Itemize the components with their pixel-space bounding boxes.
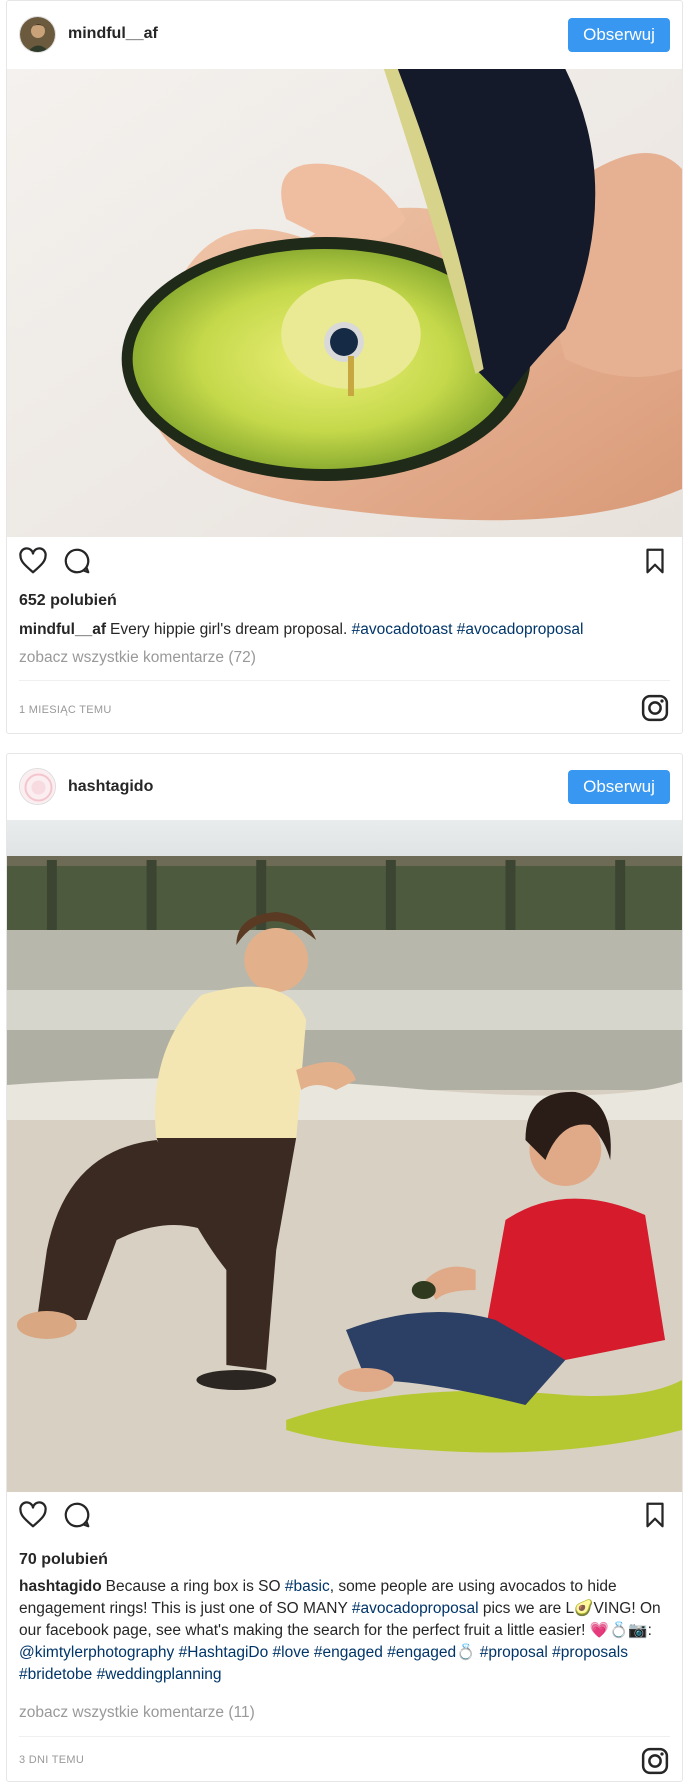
bookmark-icon[interactable]: [640, 546, 670, 576]
caption-text: Every hippie girl's dream proposal.: [109, 621, 352, 638]
post-photo[interactable]: [7, 69, 682, 537]
likes-count[interactable]: 652 polubień: [19, 592, 117, 610]
heart-icon[interactable]: [18, 546, 48, 576]
hashtag-link[interactable]: #engaged💍: [387, 1644, 475, 1661]
caption-username[interactable]: mindful__af: [19, 621, 106, 638]
hashtag-link[interactable]: #avocadotoast: [352, 621, 453, 638]
mention-link[interactable]: @kimtylerphotography: [19, 1644, 174, 1661]
hashtag-link[interactable]: #avocadoproposal: [352, 1600, 479, 1617]
post-photo[interactable]: [7, 820, 682, 1492]
username-link[interactable]: hashtagido: [68, 778, 153, 796]
caption-username[interactable]: hashtagido: [19, 1578, 102, 1595]
hashtag-link[interactable]: #bridetobe: [19, 1666, 92, 1683]
view-comments-link[interactable]: zobacz wszystkie komentarze (11): [19, 1704, 255, 1722]
caption-text: Because a ring box is SO: [105, 1578, 285, 1595]
hashtag-link[interactable]: #engaged: [314, 1644, 383, 1661]
post-timestamp[interactable]: 1 MIESIĄC TEMU: [19, 704, 112, 716]
post-header: hashtagido Obserwuj: [7, 754, 682, 822]
hashtag-link[interactable]: #proposals: [552, 1644, 628, 1661]
divider: [19, 680, 670, 681]
likes-count[interactable]: 70 polubień: [19, 1551, 108, 1569]
post-timestamp[interactable]: 3 DNI TEMU: [19, 1754, 84, 1766]
hashtag-link[interactable]: #love: [273, 1644, 310, 1661]
view-comments-link[interactable]: zobacz wszystkie komentarze (72): [19, 649, 256, 667]
post-card: hashtagido Obserwuj 70 polubień hashtagi…: [6, 753, 683, 1782]
comment-icon[interactable]: [62, 1500, 92, 1530]
follow-button[interactable]: Obserwuj: [568, 770, 670, 804]
avatar[interactable]: [19, 768, 56, 805]
avatar[interactable]: [19, 16, 56, 53]
heart-icon[interactable]: [18, 1500, 48, 1530]
hashtag-link[interactable]: #proposal: [480, 1644, 548, 1661]
hashtag-link[interactable]: #avocadoproposal: [457, 621, 584, 638]
instagram-icon[interactable]: [640, 693, 670, 723]
username-link[interactable]: mindful__af: [68, 25, 158, 43]
instagram-icon[interactable]: [640, 1746, 670, 1776]
hashtag-link[interactable]: #weddingplanning: [97, 1666, 222, 1683]
post-caption: mindful__af Every hippie girl's dream pro…: [19, 619, 670, 641]
hashtag-link[interactable]: #HashtagiDo: [179, 1644, 269, 1661]
post-actions: [7, 1500, 682, 1540]
bookmark-icon[interactable]: [640, 1500, 670, 1530]
follow-button[interactable]: Obserwuj: [568, 18, 670, 52]
post-card: mindful__af Obserwuj 652 polubień mindfu…: [6, 0, 683, 734]
post-caption: hashtagido Because a ring box is SO #basi…: [19, 1576, 670, 1686]
divider: [19, 1736, 670, 1737]
hashtag-link[interactable]: #basic: [285, 1578, 330, 1595]
post-actions: [7, 546, 682, 586]
post-header: mindful__af Obserwuj: [7, 1, 682, 69]
comment-icon[interactable]: [62, 546, 92, 576]
